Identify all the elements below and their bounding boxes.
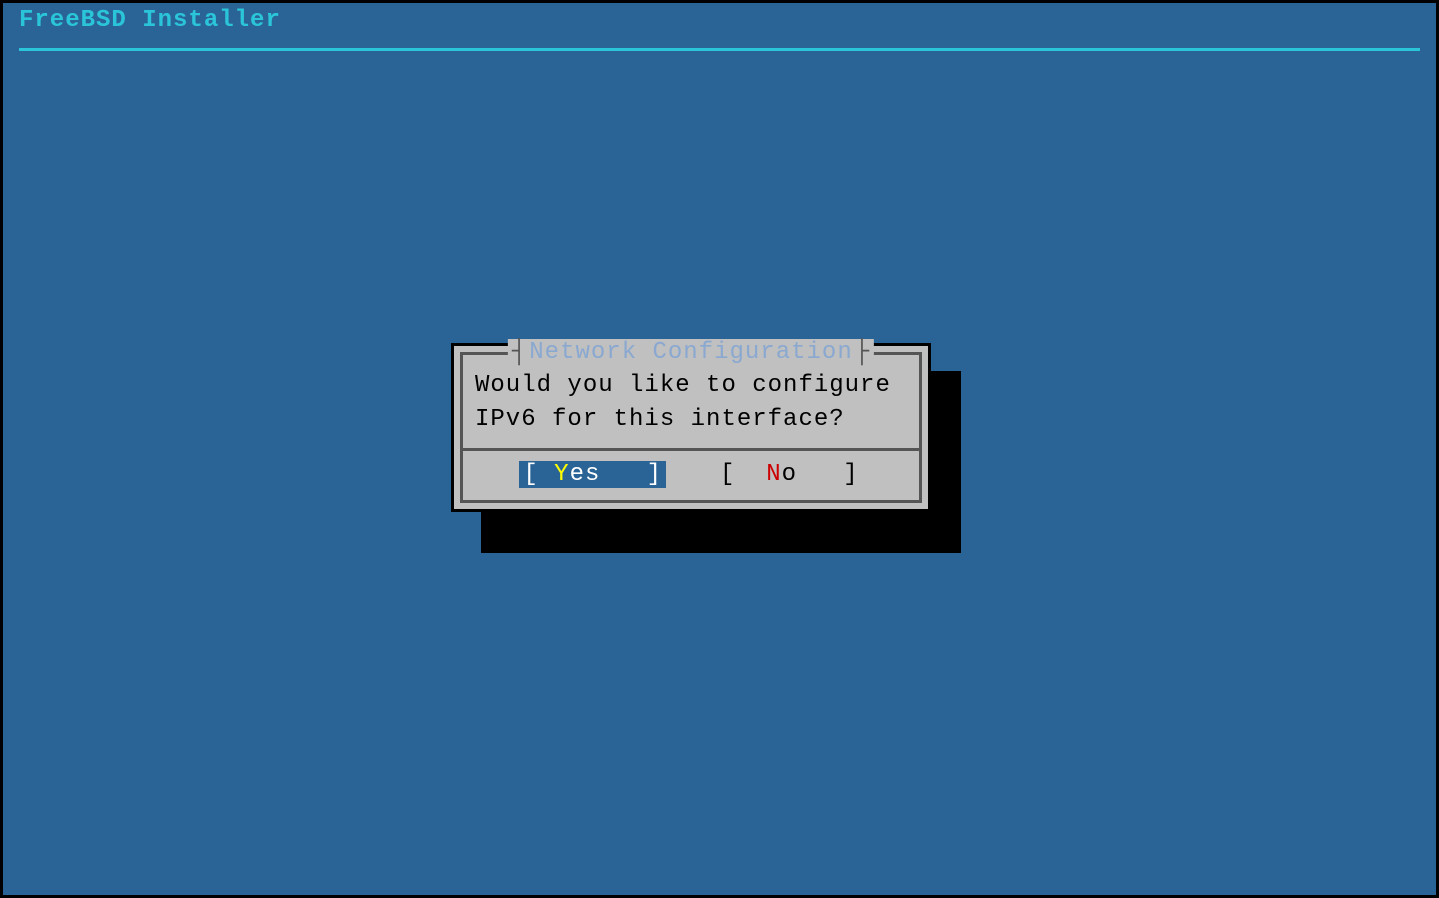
header-divider bbox=[19, 48, 1420, 51]
yes-hotkey: Y bbox=[554, 461, 569, 488]
network-config-dialog: Network Configuration Would you like to … bbox=[451, 343, 931, 512]
dialog-title: Network Configuration bbox=[508, 339, 874, 366]
no-button[interactable]: [ No ] bbox=[716, 461, 863, 488]
dialog-message: Would you like to configure IPv6 for thi… bbox=[463, 355, 919, 448]
installer-title: FreeBSD Installer bbox=[19, 7, 281, 34]
dialog-message-line1: Would you like to configure bbox=[475, 369, 907, 403]
yes-button[interactable]: [ Yes ] bbox=[519, 461, 666, 488]
installer-header: FreeBSD Installer bbox=[3, 3, 1436, 38]
dialog-button-row: [ Yes ] [ No ] bbox=[463, 451, 919, 500]
dialog-message-line2: IPv6 for this interface? bbox=[475, 403, 907, 437]
no-hotkey: N bbox=[766, 461, 781, 488]
dialog-frame: Network Configuration Would you like to … bbox=[460, 352, 922, 503]
